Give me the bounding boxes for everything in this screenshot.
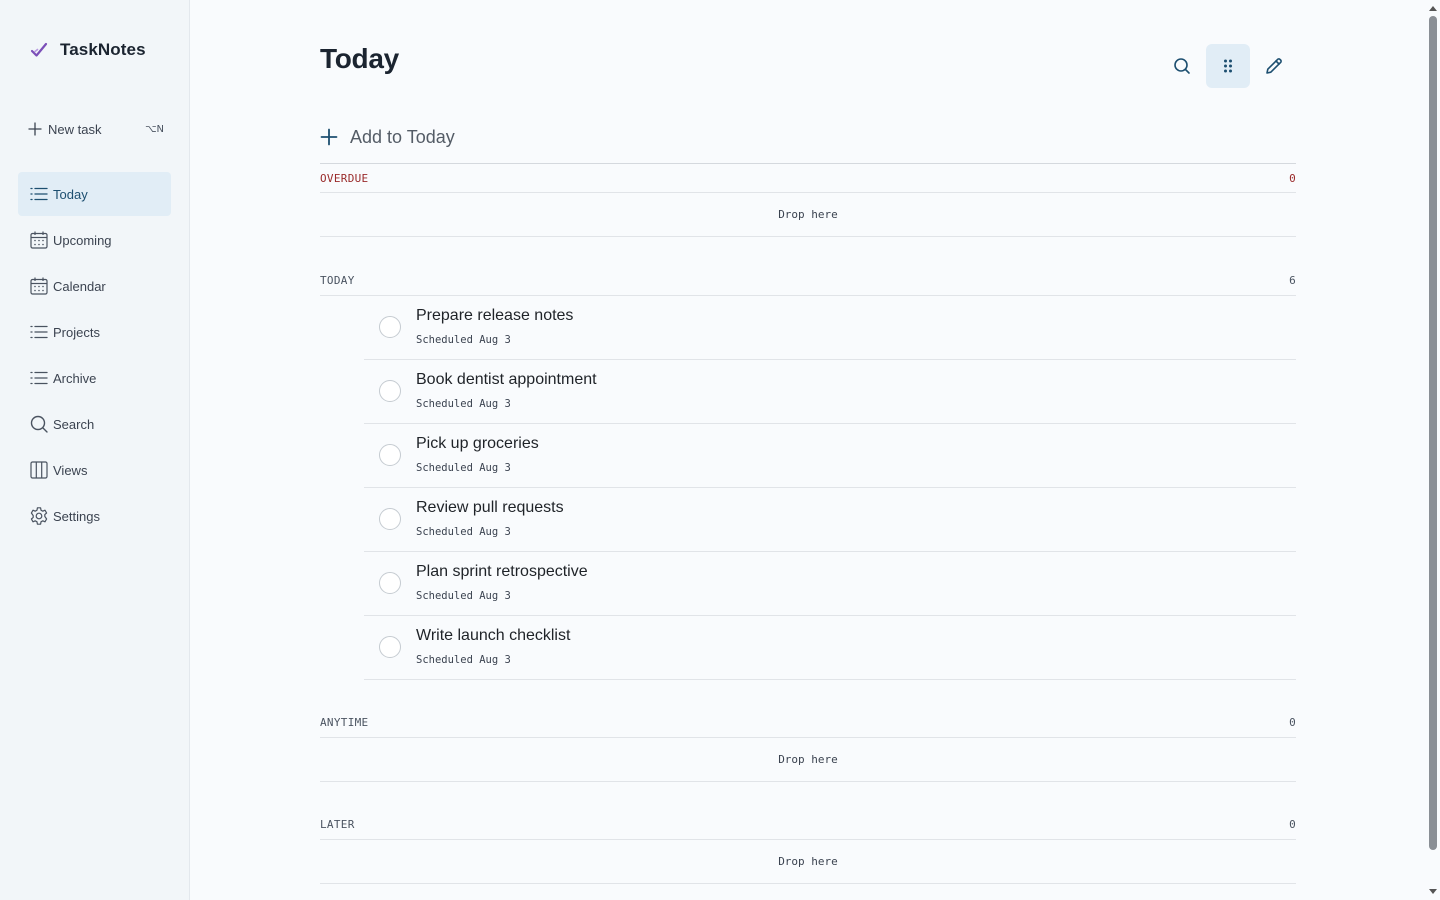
sidebar-item-upcoming[interactable]: Upcoming — [18, 218, 171, 262]
sidebar-nav: Today Upcoming Calendar Projects Archive… — [18, 172, 171, 540]
task-scheduled: Scheduled Aug 3 — [416, 590, 511, 602]
drop-zone[interactable]: Drop here — [320, 738, 1296, 782]
scroll-up-arrow-icon[interactable] — [1429, 6, 1437, 11]
plus-icon — [28, 122, 42, 136]
new-task-button[interactable]: New task ⌥N — [28, 118, 164, 140]
search-icon — [1174, 58, 1190, 74]
list-icon — [30, 325, 48, 339]
sidebar-item-label: Views — [53, 462, 88, 478]
task-checkbox[interactable] — [379, 508, 401, 530]
task-scheduled: Scheduled Aug 3 — [416, 462, 511, 474]
main-content: Today Add to Today OVERDUE 0 Drop here T… — [190, 0, 1426, 900]
drop-zone-label: Drop here — [778, 855, 838, 868]
task-row[interactable]: Write launch checklist Scheduled Aug 3 — [364, 616, 1296, 680]
section-label: OVERDUE — [320, 171, 369, 185]
drag-handle-button[interactable] — [1206, 44, 1250, 88]
brand[interactable]: TaskNotes — [30, 40, 146, 60]
new-task-shortcut: ⌥N — [144, 123, 164, 135]
search-icon — [30, 415, 48, 433]
section-header: TODAY 6 — [320, 266, 1296, 296]
task-row[interactable]: Review pull requests Scheduled Aug 3 — [364, 488, 1296, 552]
drop-zone[interactable]: Drop here — [320, 840, 1296, 884]
section-label: LATER — [320, 818, 355, 831]
page-title: Today — [320, 43, 399, 74]
task-checkbox[interactable] — [379, 380, 401, 402]
drop-zone[interactable]: Drop here — [320, 193, 1296, 237]
calendar-icon — [30, 277, 48, 295]
drop-zone-label: Drop here — [778, 753, 838, 766]
task-row[interactable]: Book dentist appointment Scheduled Aug 3 — [364, 360, 1296, 424]
edit-button[interactable] — [1252, 44, 1296, 88]
section-header: ANYTIME 0 — [320, 708, 1296, 738]
section-label: TODAY — [320, 274, 355, 287]
section-header: OVERDUE 0 — [320, 163, 1296, 193]
section-count: 0 — [1289, 818, 1296, 831]
sidebar-item-projects[interactable]: Projects — [18, 310, 171, 354]
app-window: TaskNotes New task ⌥N Today Upcoming Cal… — [0, 0, 1440, 900]
task-row[interactable]: Prepare release notes Scheduled Aug 3 — [364, 296, 1296, 360]
section-anytime: ANYTIME 0 Drop here — [320, 708, 1296, 782]
section-header: LATER 0 — [320, 810, 1296, 840]
task-title[interactable]: Plan sprint retrospective — [416, 563, 588, 581]
add-task-label: Add to Today — [350, 126, 455, 147]
sidebar-item-archive[interactable]: Archive — [18, 356, 171, 400]
task-scheduled: Scheduled Aug 3 — [416, 526, 511, 538]
section-later: LATER 0 Drop here — [320, 810, 1296, 884]
sidebar-item-label: Today — [53, 186, 88, 202]
task-title[interactable]: Book dentist appointment — [416, 371, 597, 389]
task-row[interactable]: Pick up groceries Scheduled Aug 3 — [364, 424, 1296, 488]
task-checkbox[interactable] — [379, 572, 401, 594]
task-scheduled: Scheduled Aug 3 — [416, 334, 511, 346]
task-title[interactable]: Write launch checklist — [416, 627, 570, 645]
task-title[interactable]: Prepare release notes — [416, 307, 573, 325]
pencil-icon — [1266, 58, 1282, 74]
task-title[interactable]: Review pull requests — [416, 499, 564, 517]
sidebar-item-label: Search — [53, 416, 95, 432]
grip-dots-icon — [1224, 59, 1232, 73]
sidebar-item-label: Projects — [53, 324, 100, 340]
sidebar-item-label: Archive — [53, 370, 97, 386]
list-icon — [30, 187, 48, 201]
drop-zone-label: Drop here — [778, 208, 838, 221]
task-scheduled: Scheduled Aug 3 — [416, 654, 511, 666]
section-count: 6 — [1289, 274, 1296, 287]
task-checkbox[interactable] — [379, 316, 401, 338]
add-task-input[interactable]: Add to Today — [320, 124, 1296, 150]
task-checkbox[interactable] — [379, 636, 401, 658]
sidebar-item-search[interactable]: Search — [18, 402, 171, 446]
task-scheduled: Scheduled Aug 3 — [416, 398, 511, 410]
calendar-icon — [30, 231, 48, 249]
columns-icon — [30, 461, 48, 479]
section-overdue: OVERDUE 0 Drop here — [320, 163, 1296, 237]
sidebar-item-settings[interactable]: Settings — [18, 494, 171, 538]
section-count: 0 — [1289, 716, 1296, 729]
task-checkbox[interactable] — [379, 444, 401, 466]
vertical-scrollbar[interactable] — [1426, 0, 1440, 900]
sidebar-item-views[interactable]: Views — [18, 448, 171, 492]
search-button[interactable] — [1160, 44, 1204, 88]
sidebar: TaskNotes New task ⌥N Today Upcoming Cal… — [0, 0, 190, 900]
app-name: TaskNotes — [60, 40, 146, 59]
sidebar-item-label: Upcoming — [53, 232, 112, 248]
sidebar-item-calendar[interactable]: Calendar — [18, 264, 171, 308]
sidebar-item-today[interactable]: Today — [18, 172, 171, 216]
sidebar-item-label: Calendar — [53, 278, 106, 294]
checkmark-logo-icon — [30, 42, 48, 57]
sidebar-item-label: Settings — [53, 508, 100, 524]
scroll-down-arrow-icon[interactable] — [1429, 889, 1437, 894]
plus-icon — [320, 128, 338, 146]
task-title[interactable]: Pick up groceries — [416, 435, 539, 453]
list-icon — [30, 371, 48, 385]
task-list: Prepare release notes Scheduled Aug 3 Bo… — [364, 296, 1296, 680]
section-label: ANYTIME — [320, 716, 369, 729]
new-task-label: New task — [48, 121, 102, 137]
gear-icon — [30, 507, 48, 525]
task-row[interactable]: Plan sprint retrospective Scheduled Aug … — [364, 552, 1296, 616]
section-count: 0 — [1289, 171, 1296, 185]
section-today: TODAY 6 Prepare release notes Scheduled … — [320, 266, 1296, 680]
scrollbar-thumb[interactable] — [1429, 16, 1437, 850]
